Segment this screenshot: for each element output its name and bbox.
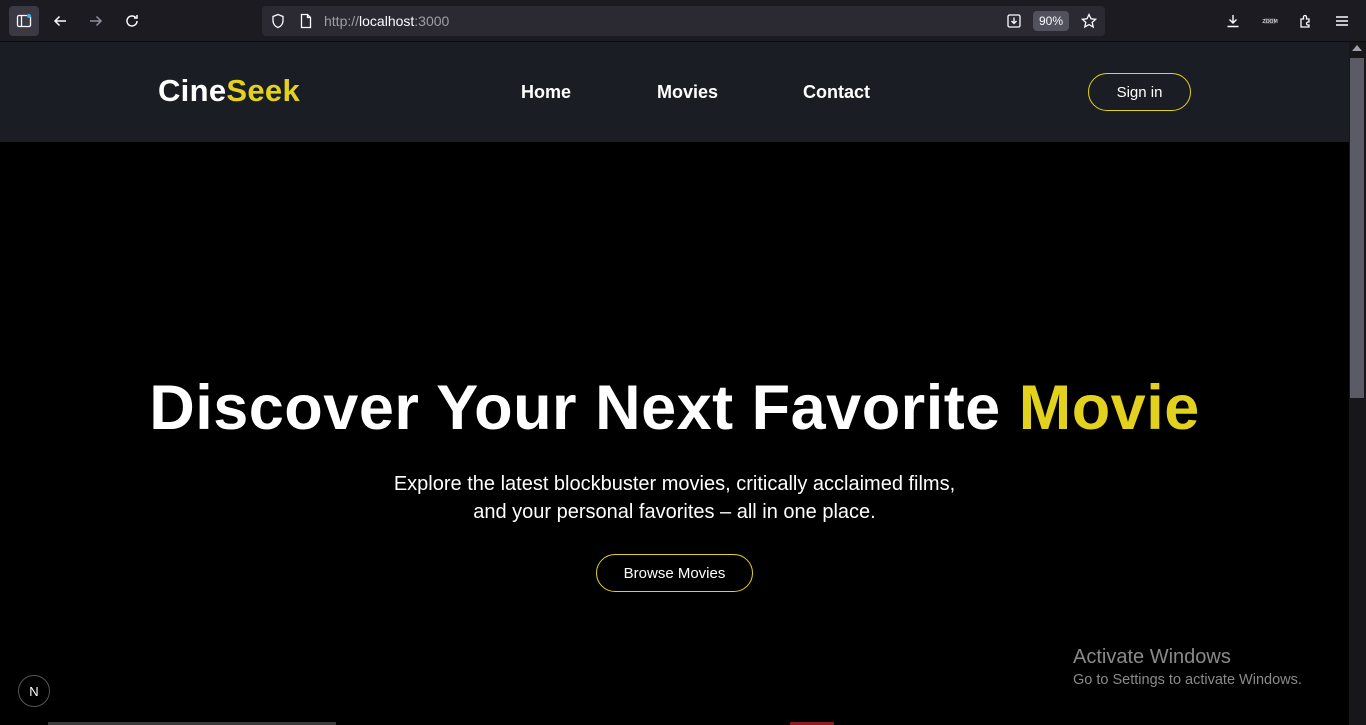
url-suffix: :3000 [414,13,450,29]
scroll-up-arrow-icon[interactable] [1352,45,1362,51]
zoom-level-badge[interactable]: 90% [1033,11,1070,31]
menu-hamburger-icon[interactable] [1327,6,1357,36]
extension-badge-icon[interactable]: ZOOM [1255,6,1285,36]
extensions-icon[interactable] [1291,6,1321,36]
page-viewport: CineSeek Home Movies Contact Sign in Dis… [0,42,1349,725]
address-bar[interactable]: http://localhost:3000 90% [262,6,1105,36]
page-info-icon[interactable] [291,6,321,36]
browse-movies-button[interactable]: Browse Movies [596,554,753,592]
bookmark-star-icon[interactable] [1074,6,1104,36]
sidebar-toggle-icon[interactable] [9,6,39,36]
logo-text-accent: Seek [226,73,300,108]
nav-link-movies[interactable]: Movies [657,82,718,103]
forward-icon[interactable] [81,6,111,36]
nav-link-contact[interactable]: Contact [803,82,870,103]
url-host: localhost [359,13,415,29]
nav-link-home[interactable]: Home [521,82,571,103]
nextjs-dev-badge[interactable]: N [18,675,50,707]
scrollbar-thumb[interactable] [1350,58,1364,398]
back-icon[interactable] [45,6,75,36]
save-page-icon[interactable] [999,6,1029,36]
activate-windows-title: Activate Windows [1073,646,1231,668]
browser-toolbar: http://localhost:3000 90% ZOOM [0,0,1366,42]
sign-in-button[interactable]: Sign in [1088,73,1191,111]
hero-subtitle: Explore the latest blockbuster movies, c… [393,473,956,523]
url-text[interactable]: http://localhost:3000 [324,13,449,29]
url-prefix: http:// [324,13,360,29]
reload-icon[interactable] [117,6,147,36]
activate-windows-subtitle: Go to Settings to activate Windows. [1073,672,1302,688]
downloads-icon[interactable] [1218,6,1248,36]
hero-title-main: Discover Your Next Favorite [149,373,1019,443]
svg-text:ZOOM: ZOOM [1262,19,1278,25]
hero-title-accent: Movie [1018,373,1200,443]
logo-text-main: Cine [158,73,227,108]
site-navbar: CineSeek Home Movies Contact Sign in [0,42,1349,142]
hero-title: Discover Your Next Favorite Movie [0,372,1349,444]
site-logo[interactable]: CineSeek [158,73,300,109]
shield-icon[interactable] [263,6,293,36]
